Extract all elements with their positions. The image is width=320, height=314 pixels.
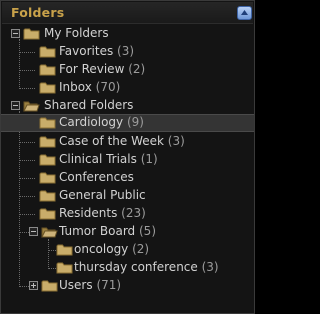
item-count: (3): [201, 260, 219, 274]
tree-item-oncology[interactable]: oncology (2): [1, 241, 254, 259]
tree-item-label: thursday conference (3): [74, 260, 219, 274]
tree-item-label: Conferences: [59, 170, 134, 184]
plus-box-icon[interactable]: [29, 281, 38, 290]
folder-icon: [39, 46, 56, 58]
item-count: (23): [121, 206, 146, 220]
collapse-panel-button[interactable]: [237, 6, 252, 20]
tree-item-cardiology[interactable]: Cardiology (9): [1, 114, 254, 132]
folder-icon: [39, 82, 56, 94]
folder-name: Clinical Trials: [59, 152, 137, 166]
tree-item-case-of-the-week[interactable]: Case of the Week (3): [1, 133, 254, 151]
folder-name: Inbox: [59, 80, 92, 94]
tree-item-label: Residents (23): [59, 206, 146, 220]
folder-icon: [39, 154, 56, 166]
folder-icon: [39, 64, 56, 76]
folder-name: Favorites: [59, 44, 114, 58]
item-count: (3): [167, 134, 185, 148]
minus-box-icon[interactable]: [29, 227, 38, 236]
tree-item-label: General Public: [59, 188, 146, 202]
tree-item-label: Cardiology (9): [59, 115, 144, 129]
folder-icon: [39, 172, 56, 184]
folder-icon: [56, 262, 73, 274]
item-count: (71): [96, 278, 122, 292]
up-arrow-icon: [241, 10, 248, 15]
minus-box-icon[interactable]: [11, 101, 20, 110]
item-count: (2): [128, 62, 146, 76]
item-count: (5): [139, 224, 156, 238]
panel-title: Folders: [11, 5, 65, 20]
tree-item-users[interactable]: Users (71): [1, 277, 254, 295]
folder-name: Cardiology: [59, 115, 124, 129]
panel-header: Folders: [2, 2, 253, 24]
folder-open-icon: [41, 227, 58, 238]
tree-item-favorites[interactable]: Favorites (3): [1, 43, 254, 61]
tree-item-conferences[interactable]: Conferences: [1, 169, 254, 187]
tree-item-label: Favorites (3): [59, 44, 134, 58]
folder-icon: [23, 28, 40, 40]
tree-item-general-public[interactable]: General Public: [1, 187, 254, 205]
item-count: (1): [140, 152, 158, 166]
tree-item-my-folders[interactable]: My Folders: [1, 25, 254, 43]
folder-icon: [39, 208, 56, 220]
tree-item-inbox[interactable]: Inbox (70): [1, 79, 254, 97]
tree-item-residents[interactable]: Residents (23): [1, 205, 254, 223]
tree-item-clinical-trials[interactable]: Clinical Trials (1): [1, 151, 254, 169]
item-count: (2): [132, 242, 150, 256]
tree-item-for-review[interactable]: For Review (2): [1, 61, 254, 79]
tree-item-label: For Review (2): [59, 62, 145, 76]
folder-icon: [39, 136, 56, 148]
tree-item-label: Shared Folders: [44, 98, 134, 112]
folder-open-icon: [23, 101, 40, 112]
folder-name: thursday conference: [74, 260, 198, 274]
tree-item-label: oncology (2): [74, 242, 149, 256]
tree-item-label: Users (71): [59, 278, 121, 292]
folder-name: Tumor Board: [59, 224, 136, 238]
folder-name: Residents: [59, 206, 118, 220]
folder-icon: [39, 117, 56, 129]
tree-item-label: Inbox (70): [59, 80, 120, 94]
folder-icon: [39, 190, 56, 202]
tree-item-shared-folders[interactable]: Shared Folders: [1, 97, 254, 115]
tree-item-thursday-conference[interactable]: thursday conference (3): [1, 259, 254, 277]
item-count: (70): [95, 80, 121, 94]
folder-name: Users: [59, 278, 93, 292]
folder-icon: [56, 244, 73, 256]
folder-name: oncology: [74, 242, 129, 256]
folders-panel: Folders My Folders Favorites (3) For Rev…: [0, 0, 255, 314]
item-count: (9): [126, 115, 144, 129]
tree-item-label: My Folders: [44, 26, 109, 40]
tree-item-label: Tumor Board (5): [59, 224, 156, 238]
folder-name: For Review: [59, 62, 125, 76]
minus-box-icon[interactable]: [11, 29, 20, 38]
tree-item-label: Case of the Week (3): [59, 134, 185, 148]
tree-item-tumor-board[interactable]: Tumor Board (5): [1, 223, 254, 241]
item-count: (3): [117, 44, 135, 58]
folder-name: Case of the Week: [59, 134, 164, 148]
folder-icon: [41, 280, 58, 292]
tree-item-label: Clinical Trials (1): [59, 152, 158, 166]
